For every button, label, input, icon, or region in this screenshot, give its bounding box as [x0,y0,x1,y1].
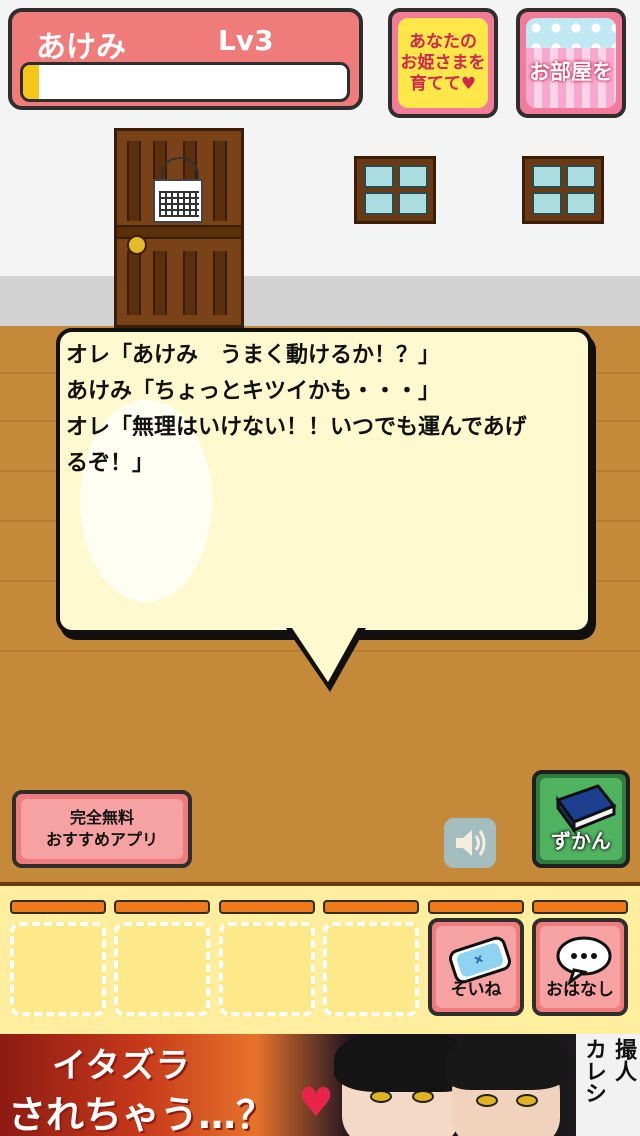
item-slot[interactable] [10,922,106,1016]
raise-princess-button[interactable]: あなたの お姫さまを 育てて♥ [388,8,498,118]
door-panel [183,251,197,315]
room-button[interactable]: お部屋を [516,8,626,118]
window-pane [566,165,596,188]
room-window-right [522,156,604,224]
window-pane [398,165,428,188]
slot-header [323,900,419,914]
room-door [114,128,244,328]
raise-princess-label-line: あなたの [409,31,477,52]
raise-princess-button-face: あなたの お姫さまを 育てて♥ [398,18,488,108]
character-level: Lv3 [218,24,274,57]
raise-princess-label: あなたの お姫さまを 育てて♥ [401,32,486,95]
door-knob [127,235,147,255]
dialog-line: るぞ！」 [66,451,155,476]
free-apps-label-line: おすすめアプリ [45,830,158,849]
calendar-icon [153,179,203,223]
ad-title-line: されちゃう…？ [8,1093,275,1136]
door-panel [213,251,227,315]
ad-side-panel: 撮人 カレシ [576,1034,640,1136]
window-pane [364,165,394,188]
slot-header [428,900,524,914]
encyclopedia-label: ずかん [551,829,611,853]
window-pane [398,192,428,215]
ad-banner[interactable]: イタズラ されちゃう…？ ♥ 撮人 カレシ [0,1034,640,1136]
door-panel [153,251,167,315]
window-pane [364,192,394,215]
free-apps-label-line: 完全無料 [69,808,134,827]
sleep-together-label: そいね [450,980,502,1000]
ad-title-line: イタズラ [52,1046,191,1086]
free-apps-button-face: 完全無料 おすすめアプリ [21,799,183,859]
experience-bar [20,62,350,102]
speech-bubble-tail [286,628,366,692]
ad-side-line: 撮人 [611,1038,636,1082]
ad-side-text: 撮人 カレシ [576,1038,640,1104]
slot-header [532,900,628,914]
room-button-label: お部屋を [529,60,613,84]
door-panel [127,251,141,315]
curtain-decoration [526,18,616,48]
item-slot[interactable] [219,922,315,1016]
experience-bar-fill [23,65,40,99]
raise-princess-label-line: お姫さまを [400,52,486,73]
sound-toggle-button[interactable] [444,818,496,868]
eye-icon [516,1094,538,1107]
door-panel [213,141,227,221]
slot-header [114,900,210,914]
eye-icon [476,1094,498,1107]
status-panel: あけみ Lv3 [8,8,363,110]
dialog-text-overlay: オレ「あけみ うまく動けるか！？」 あけみ「ちょっとキツイかも・・・」 オレ「無… [66,338,570,482]
talk-button-face: おはなし [540,926,620,1008]
talk-button[interactable]: おはなし [532,918,628,1016]
encyclopedia-button[interactable]: ずかん [532,770,630,868]
dialog-line: オレ「無理はいけない！！いつでも運んであげ [66,415,527,440]
character-name: あけみ [36,30,126,65]
window-pane [566,192,596,215]
sleep-together-button-face: そいね [436,926,516,1008]
speaker-icon [456,830,486,856]
room-window-left [354,156,436,224]
dialog-line: あけみ「ちょっとキツイかも・・・」 [66,379,441,404]
raise-princess-label-line: 育てて♥ [409,73,477,94]
room-baseboard [0,276,640,328]
door-panel [127,141,141,221]
heart-icon: ♥ [298,1080,334,1126]
item-slot[interactable] [323,922,419,1016]
window-pane [532,165,562,188]
ad-character-hair [446,1034,570,1090]
item-slot[interactable] [114,922,210,1016]
slot-header [10,900,106,914]
ad-side-line: カレシ [581,1038,606,1104]
room-button-face: お部屋を [526,18,616,108]
free-apps-button[interactable]: 完全無料 おすすめアプリ [12,790,192,868]
slot-header [219,900,315,914]
dialog-line: オレ「あけみ うまく動けるか！？」 [66,343,441,368]
item-bar: そいね おはなし [0,882,640,1034]
window-pane [532,192,562,215]
encyclopedia-button-face: ずかん [540,778,622,860]
talk-label: おはなし [546,980,614,1000]
sleep-together-button[interactable]: そいね [428,918,524,1016]
